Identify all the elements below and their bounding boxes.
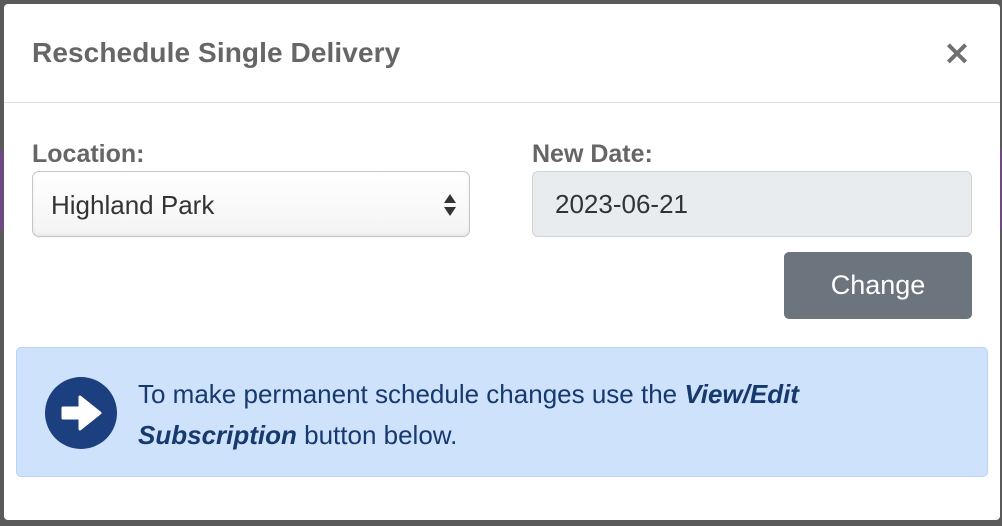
alert-text-after: button below. xyxy=(296,420,458,450)
info-alert: To make permanent schedule changes use t… xyxy=(16,347,988,477)
close-button[interactable]: × xyxy=(942,36,972,70)
change-button[interactable]: Change xyxy=(784,252,972,319)
location-select[interactable]: Highland Park xyxy=(32,171,470,237)
new-date-input[interactable] xyxy=(532,171,972,237)
modal-header: Reschedule Single Delivery × xyxy=(4,4,1000,103)
alert-message: To make permanent schedule changes use t… xyxy=(138,374,918,456)
alert-text-before: To make permanent schedule changes use t… xyxy=(138,379,685,409)
location-select-value: Highland Park xyxy=(51,190,215,220)
arrow-right-circle-icon xyxy=(45,377,117,449)
new-date-label: New Date: xyxy=(532,140,653,168)
select-arrows-icon xyxy=(444,194,456,216)
modal-title: Reschedule Single Delivery xyxy=(32,37,401,68)
reschedule-modal: Reschedule Single Delivery × Location: H… xyxy=(4,4,1000,520)
location-label: Location: xyxy=(32,140,145,168)
